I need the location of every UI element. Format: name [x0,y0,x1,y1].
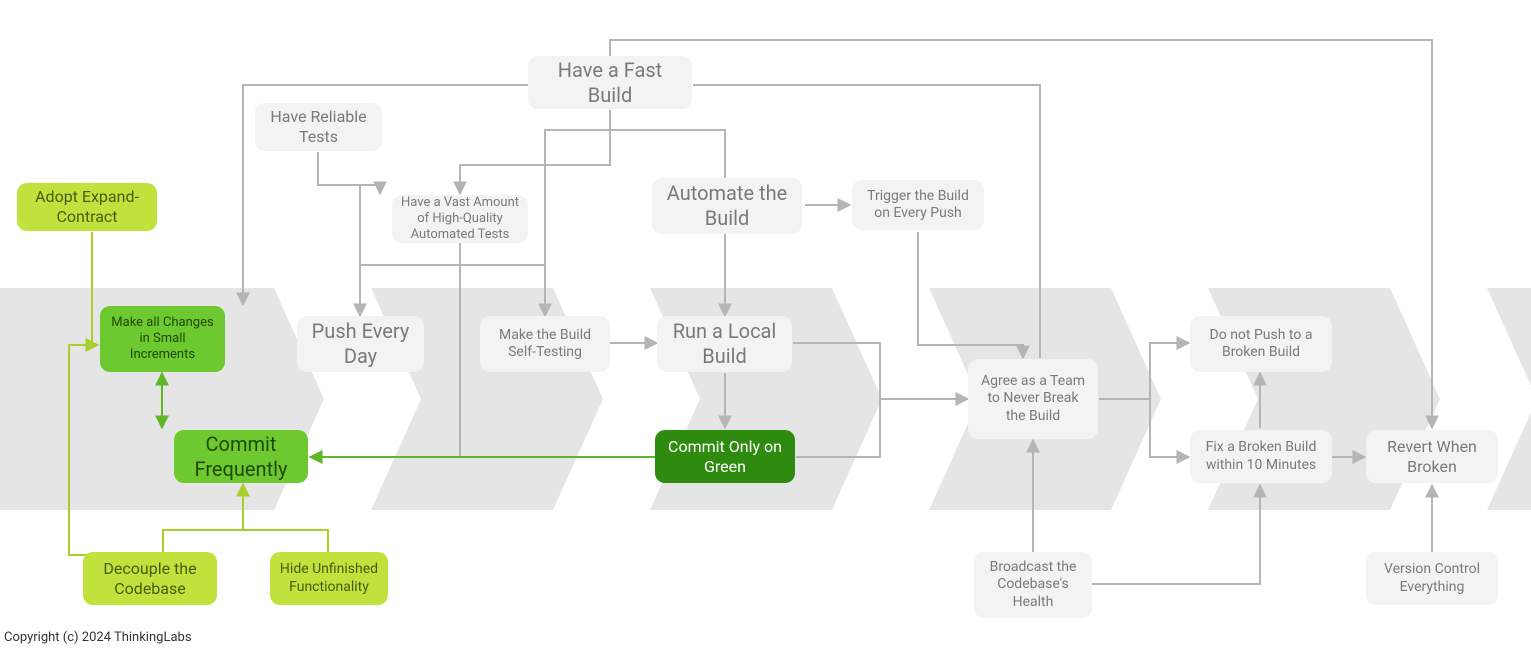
node-automate-build: Automate the Build [652,178,802,234]
node-broadcast-health: Broadcast the Codebase's Health [974,552,1092,618]
node-make-all-changes: Make all Changes in Small Increments [100,306,225,372]
copyright: Copyright (c) 2024 ThinkingLabs [4,630,192,645]
node-version-control: Version Control Everything [1366,552,1498,605]
node-commit-only-green: Commit Only on Green [655,430,795,483]
node-adopt-expand-contract: Adopt Expand-Contract [17,183,157,231]
node-commit-frequently: Commit Frequently [174,430,308,483]
node-have-fast-build: Have a Fast Build [528,56,692,109]
node-decouple-codebase: Decouple the Codebase [83,552,217,605]
node-have-vast-tests: Have a Vast Amount of High-Quality Autom… [392,195,528,243]
node-make-build-selftesting: Make the Build Self-Testing [480,316,610,372]
node-hide-unfinished: Hide Unfinished Functionality [270,552,388,605]
node-trigger-build-push: Trigger the Build on Every Push [852,180,984,230]
diagram-canvas: Adopt Expand-Contract Make all Changes i… [0,0,1531,653]
node-have-reliable-tests: Have Reliable Tests [255,103,382,151]
node-run-local-build: Run a Local Build [657,316,792,372]
node-fix-broken-10min: Fix a Broken Build within 10 Minutes [1190,430,1332,483]
node-do-not-push-broken: Do not Push to a Broken Build [1190,316,1332,372]
node-push-every-day: Push Every Day [297,316,424,372]
node-agree-never-break: Agree as a Team to Never Break the Build [968,359,1098,439]
node-revert-when-broken: Revert When Broken [1366,430,1498,483]
